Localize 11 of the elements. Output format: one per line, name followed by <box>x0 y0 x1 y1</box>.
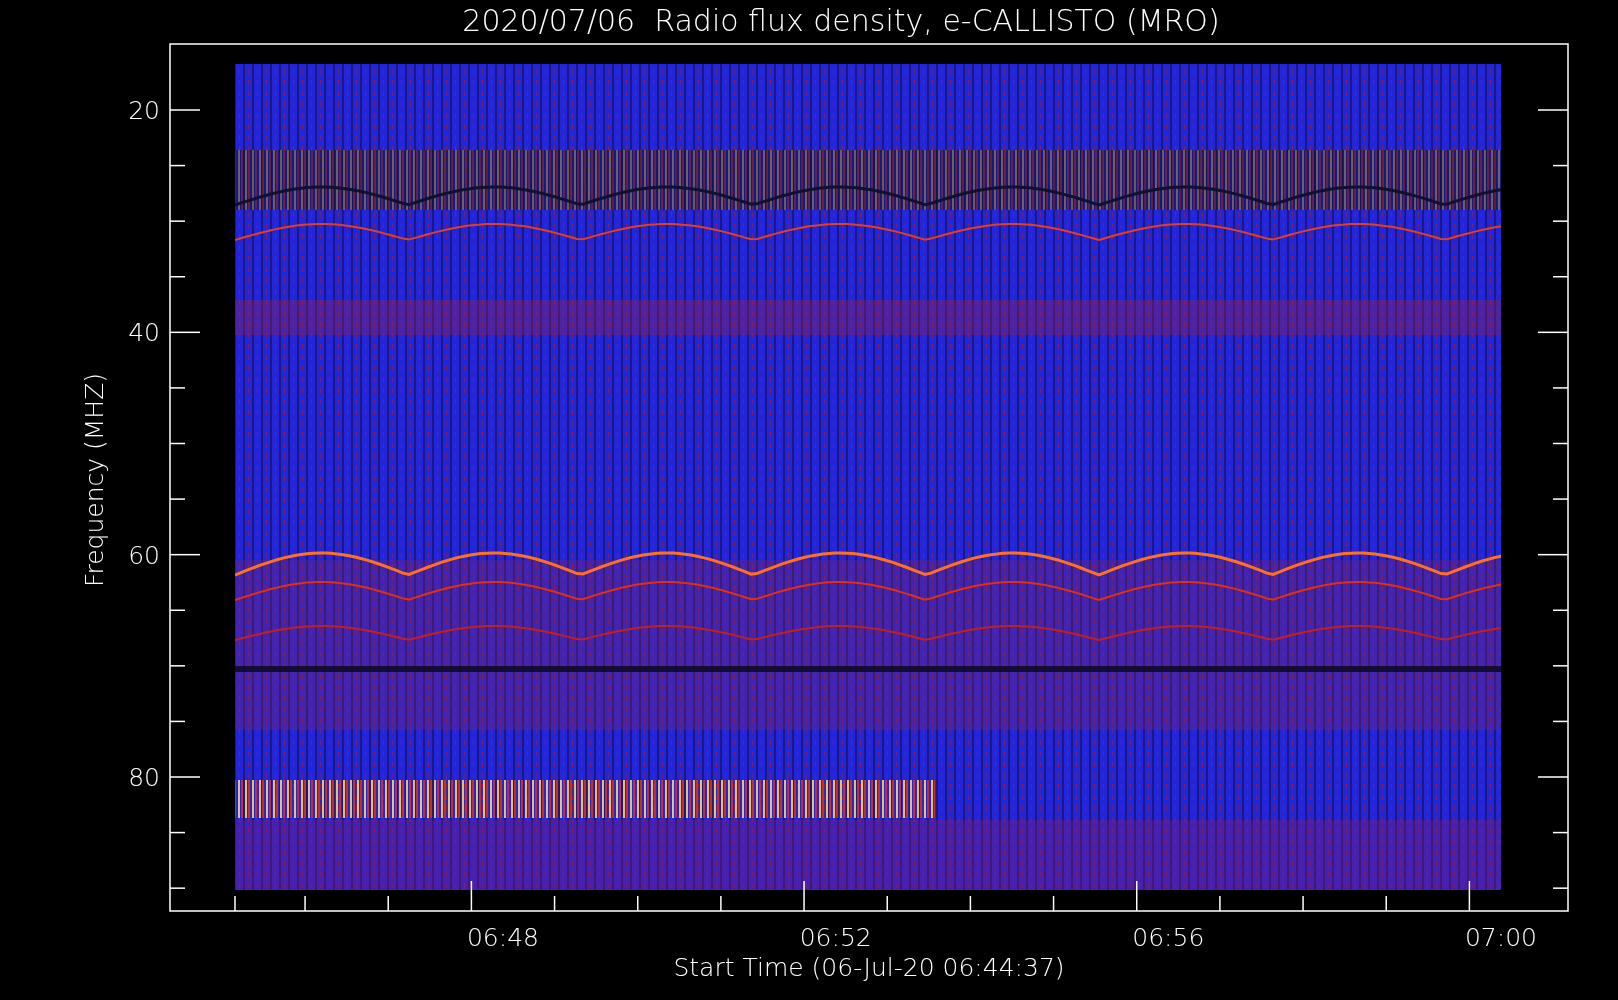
y-tick-label: 60 <box>128 540 160 570</box>
x-axis-label: Start Time (06-Jul-20 06:44:37) <box>673 953 1065 982</box>
chart-title: 2020/07/06 Radio flux density, e-CALLISTO (MRO) <box>462 3 1220 38</box>
y-tick-label: 80 <box>128 763 160 792</box>
x-tick-label: 06:52 <box>799 923 872 952</box>
x-tick-label: 06:48 <box>467 923 539 952</box>
y-tick-label: 20 <box>128 96 160 125</box>
y-tick-label: 40 <box>128 318 160 348</box>
x-tick-label: 06:56 <box>1132 923 1205 952</box>
y-axis-label: Frequency (MHZ) <box>80 372 109 588</box>
x-tick-label: 07:00 <box>1465 923 1537 952</box>
